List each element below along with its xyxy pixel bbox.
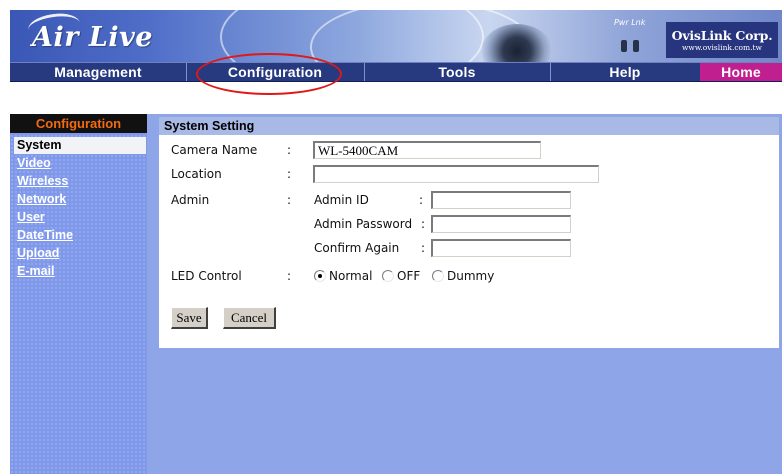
nav-tools[interactable]: Tools	[364, 63, 551, 81]
camera-name-input[interactable]: WL-5400CAM	[313, 141, 541, 159]
brand-url: www.ovislink.com.tw	[682, 43, 762, 52]
admin-id-label: Admin ID	[314, 193, 369, 207]
cancel-button[interactable]: Cancel	[223, 307, 276, 329]
panel-title: System Setting	[159, 117, 779, 135]
sidebar: Configuration System Video Wireless Netw…	[10, 114, 147, 474]
link-led-icon	[633, 40, 639, 52]
page: Air Live Pwr Lnk OvisLink Corp. www.ovis…	[0, 0, 783, 474]
location-label: Location	[171, 167, 222, 181]
led-dummy-label: Dummy	[447, 269, 495, 283]
led-off-radio[interactable]	[382, 270, 394, 282]
colon: :	[419, 193, 424, 207]
header-banner: Air Live Pwr Lnk OvisLink Corp. www.ovis…	[10, 10, 782, 62]
main-content: System Setting Camera Name : WL-5400CAM …	[147, 114, 782, 474]
led-dummy-radio[interactable]	[432, 270, 444, 282]
led-off-label: OFF	[397, 269, 421, 283]
sidebar-item-network[interactable]: Network	[17, 192, 66, 206]
led-normal-radio[interactable]	[314, 270, 326, 282]
sidebar-item-upload[interactable]: Upload	[17, 246, 59, 260]
admin-label: Admin	[171, 193, 210, 207]
colon: :	[287, 193, 292, 207]
airlive-logo: Air Live	[32, 22, 153, 53]
save-button[interactable]: Save	[171, 307, 208, 329]
colon: :	[287, 269, 292, 283]
brand-logo: OvisLink Corp. www.ovislink.com.tw	[666, 22, 778, 58]
confirm-again-label: Confirm Again	[314, 241, 400, 255]
highlight-ellipse	[196, 53, 342, 95]
sidebar-title: Configuration	[10, 114, 147, 133]
sidebar-item-video[interactable]: Video	[17, 156, 51, 170]
nav-management[interactable]: Management	[10, 63, 187, 81]
sidebar-item-user[interactable]: User	[17, 210, 45, 224]
power-link-label: Pwr Lnk	[614, 18, 646, 27]
power-led-icon	[621, 40, 627, 52]
sidebar-item-system[interactable]: System	[14, 137, 146, 154]
colon: :	[287, 143, 292, 157]
top-nav: Management Configuration Tools Help Home	[10, 62, 782, 82]
sidebar-item-wireless[interactable]: Wireless	[17, 174, 68, 188]
camera-name-label: Camera Name	[171, 143, 258, 157]
nav-help[interactable]: Help	[550, 63, 701, 81]
colon: :	[421, 241, 426, 255]
admin-id-input[interactable]	[431, 191, 571, 209]
confirm-again-input[interactable]	[431, 239, 571, 257]
system-setting-panel: System Setting Camera Name : WL-5400CAM …	[159, 117, 779, 348]
led-normal-label: Normal	[329, 269, 373, 283]
nav-home[interactable]: Home	[700, 63, 782, 81]
admin-password-label: Admin Password	[314, 217, 413, 231]
sidebar-item-datetime[interactable]: DateTime	[17, 228, 73, 242]
colon: :	[421, 217, 426, 231]
location-input[interactable]	[313, 165, 599, 183]
admin-password-input[interactable]	[431, 215, 571, 233]
sidebar-item-email[interactable]: E-mail	[17, 264, 55, 278]
colon: :	[287, 167, 292, 181]
led-control-label: LED Control	[171, 269, 242, 283]
brand-name: OvisLink Corp.	[671, 28, 773, 43]
